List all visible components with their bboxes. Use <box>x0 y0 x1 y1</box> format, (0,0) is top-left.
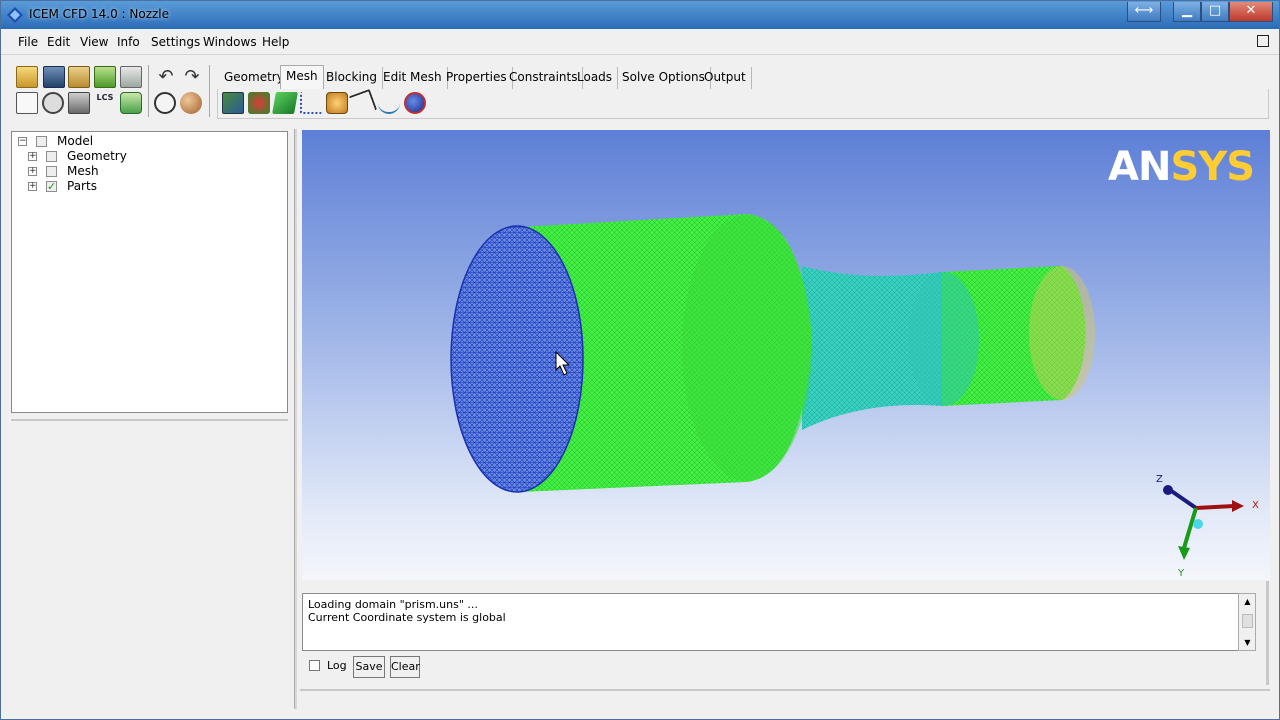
menu-bar: File Edit View Info Settings Windows Hel… <box>1 29 1279 55</box>
clear-log-button[interactable]: Clear <box>390 656 420 678</box>
global-mesh-setup-icon[interactable] <box>222 92 244 114</box>
menu-view[interactable]: View <box>80 35 108 49</box>
menu-settings[interactable]: Settings <box>151 35 200 49</box>
mesh-tab-panel <box>217 88 1269 119</box>
collapse-icon[interactable]: − <box>18 137 27 146</box>
tab-properties[interactable]: Properties <box>441 67 513 89</box>
redo-icon[interactable]: ↷ <box>181 66 203 88</box>
title-bar[interactable]: ICEM CFD 14.0 : Nozzle ⟷ ▁ □ ✕ <box>1 1 1279 29</box>
maximize-icon: □ <box>1208 3 1222 18</box>
tab-solve-options[interactable]: Solve Options <box>617 67 711 89</box>
measure-icon[interactable] <box>68 92 90 114</box>
logo-prefix: AN <box>1108 144 1171 190</box>
save-log-button[interactable]: Save <box>353 656 385 678</box>
tree-label-model: Model <box>57 134 94 148</box>
maximize-button[interactable]: □ <box>1201 2 1229 22</box>
part-mesh-setup-icon[interactable] <box>248 92 270 114</box>
logo-suffix: SYS <box>1170 144 1255 190</box>
import-mesh-icon[interactable] <box>94 66 116 88</box>
expand-icon[interactable]: + <box>28 167 37 176</box>
model-tree: − Model + Geometry + Mesh + ✓ Parts <box>11 131 288 413</box>
open-icon[interactable] <box>16 66 38 88</box>
window-title: ICEM CFD 14.0 : Nozzle <box>29 7 170 21</box>
outlet-face <box>1029 266 1095 400</box>
tab-bar: Geometry Mesh Blocking Edit Mesh Propert… <box>217 65 1269 89</box>
fit-window-icon[interactable] <box>16 92 38 114</box>
tree-label-mesh: Mesh <box>67 164 99 178</box>
z-axis-label: Z <box>1156 474 1163 485</box>
local-coordinate-icon[interactable]: LCS <box>94 92 116 114</box>
menu-help[interactable]: Help <box>262 35 289 49</box>
tab-mesh[interactable]: Mesh <box>280 65 324 89</box>
message-line: Loading domain "prism.uns" ... <box>308 598 478 611</box>
tab-loads[interactable]: Loads <box>572 67 619 89</box>
menu-file[interactable]: File <box>18 35 38 49</box>
visibility-checkbox[interactable] <box>46 166 57 177</box>
menu-windows[interactable]: Windows <box>203 35 257 49</box>
graphics-viewport[interactable]: Z X Y ANSYS <box>302 130 1270 580</box>
log-checkbox[interactable] <box>309 656 320 678</box>
tab-output[interactable]: Output <box>699 67 752 89</box>
toolbar-separator <box>148 65 149 117</box>
message-scrollbar[interactable]: ▲ ▼ <box>1238 593 1256 651</box>
save-icon[interactable] <box>43 66 65 88</box>
resize-button[interactable]: ⟷ <box>1127 2 1161 22</box>
menu-info[interactable]: Info <box>117 35 140 49</box>
define-connectors-icon[interactable] <box>348 88 378 118</box>
tree-node-parts[interactable]: + ✓ Parts <box>16 179 276 194</box>
x-axis-label: X <box>1252 500 1259 511</box>
tree-node-geometry[interactable]: + Geometry <box>16 149 276 164</box>
undo-icon[interactable]: ↶ <box>155 66 177 88</box>
compute-mesh-icon[interactable] <box>404 92 426 114</box>
minimize-icon: ▁ <box>1182 3 1192 18</box>
visibility-checkbox[interactable] <box>36 136 47 147</box>
inlet-ring <box>682 215 812 481</box>
expand-icon[interactable]: + <box>28 182 37 191</box>
scroll-thumb[interactable] <box>1242 614 1253 628</box>
tree-label-geometry: Geometry <box>67 149 127 163</box>
tree-node-model[interactable]: − Model <box>16 134 276 149</box>
icem-app-icon <box>7 7 23 23</box>
throat-ring <box>909 272 979 406</box>
restore-panel-icon[interactable] <box>1257 35 1269 47</box>
scroll-down-icon[interactable]: ▼ <box>1242 637 1253 648</box>
ansys-logo: ANSYS <box>1108 144 1255 190</box>
zoom-box-icon[interactable] <box>42 92 64 114</box>
message-window[interactable]: Loading domain "prism.uns" ... Current C… <box>302 593 1256 651</box>
panel-border <box>1266 581 1269 685</box>
create-mesh-density-icon[interactable] <box>326 92 348 114</box>
tree-node-mesh[interactable]: + Mesh <box>16 164 276 179</box>
surface-mesh-setup-icon[interactable] <box>272 92 298 114</box>
application-window: ICEM CFD 14.0 : Nozzle ⟷ ▁ □ ✕ File Edit… <box>0 0 1280 720</box>
tab-blocking[interactable]: Blocking <box>321 67 384 89</box>
minimize-button[interactable]: ▁ <box>1173 2 1201 22</box>
export-icon[interactable] <box>120 66 142 88</box>
visibility-checkbox[interactable] <box>46 151 57 162</box>
import-geometry-icon[interactable] <box>68 66 90 88</box>
checkmark-icon[interactable]: ✓ <box>46 181 57 192</box>
properties-panel <box>11 419 288 709</box>
panel-splitter[interactable] <box>294 129 297 709</box>
y-axis-label: Y <box>1177 568 1185 579</box>
close-button[interactable]: ✕ <box>1229 2 1273 22</box>
refresh-icon[interactable] <box>120 92 142 114</box>
mesh-curve-icon[interactable] <box>378 92 400 114</box>
tree-label-parts: Parts <box>67 179 97 193</box>
toolbar-separator <box>209 65 210 117</box>
message-line: Current Coordinate system is global <box>308 611 506 624</box>
close-icon: ✕ <box>1245 3 1257 18</box>
curve-mesh-setup-icon[interactable] <box>300 92 322 114</box>
solid-icon[interactable] <box>180 92 202 114</box>
scroll-up-icon[interactable]: ▲ <box>1242 596 1253 607</box>
resize-icon: ⟷ <box>1134 3 1154 18</box>
wireframe-icon[interactable] <box>154 92 176 114</box>
expand-icon[interactable]: + <box>28 152 37 161</box>
log-label: Log <box>327 659 347 672</box>
tab-edit-mesh[interactable]: Edit Mesh <box>378 67 448 89</box>
axis-triad: Z X Y <box>1156 474 1259 579</box>
menu-edit[interactable]: Edit <box>47 35 70 49</box>
status-divider <box>300 689 1270 691</box>
nozzle-mesh-model: Z X Y <box>450 214 1259 579</box>
